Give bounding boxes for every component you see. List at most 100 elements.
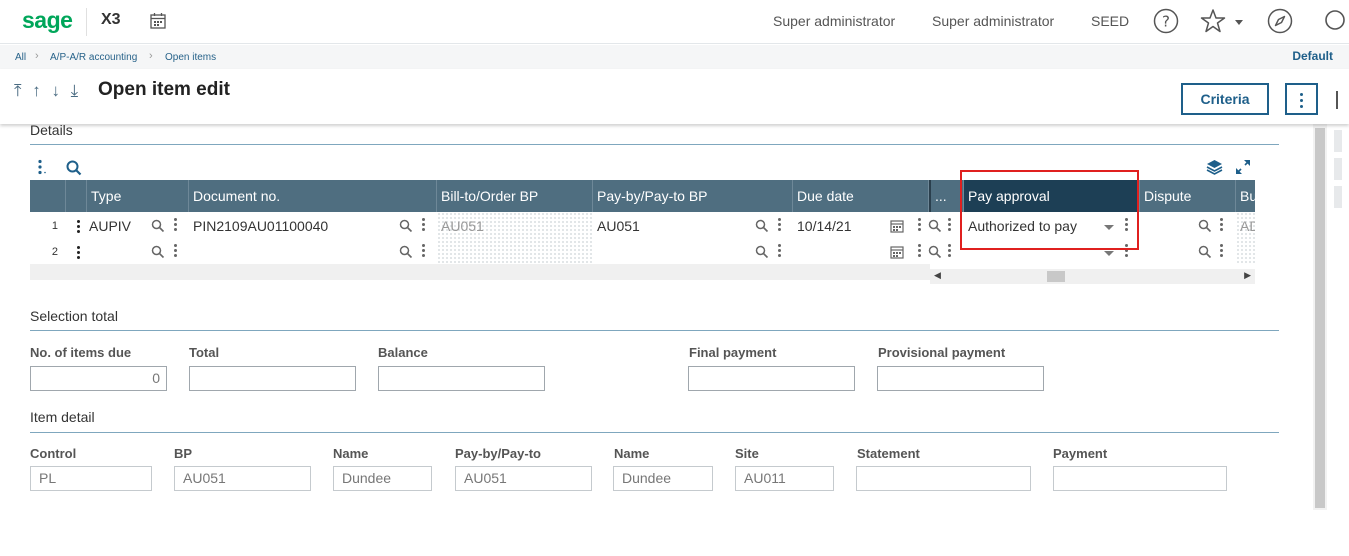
total-field[interactable] (189, 366, 356, 391)
calendar-icon[interactable] (149, 12, 167, 30)
lookup-icon[interactable] (755, 219, 769, 233)
final-payment-field[interactable] (688, 366, 855, 391)
selection-total-divider (30, 330, 1279, 331)
lookup-icon[interactable] (755, 245, 769, 259)
scroll-left-icon[interactable]: ◀ (934, 270, 941, 281)
cell-type[interactable] (89, 240, 149, 264)
cell-menu-icon[interactable] (173, 244, 177, 258)
row-number: 2 (51, 246, 58, 258)
cell-menu-icon[interactable] (777, 244, 781, 258)
svg-text:?: ? (1162, 13, 1170, 31)
criteria-button[interactable]: Criteria (1181, 83, 1269, 115)
more-actions-button[interactable] (1285, 83, 1318, 115)
search-icon-top[interactable] (1320, 7, 1349, 35)
total-label: Total (189, 345, 220, 360)
cell-due-date[interactable]: 10/14/21 (797, 212, 877, 240)
header-rownum (30, 180, 66, 212)
scroll-right-icon[interactable]: ▶ (1244, 270, 1251, 281)
expand-icon[interactable] (1235, 159, 1251, 175)
grid-search-icon[interactable] (66, 160, 82, 176)
payment-field[interactable] (1053, 466, 1227, 491)
horizontal-scrollbar[interactable]: ◀ ▶ (930, 269, 1255, 284)
compass-icon[interactable] (1266, 7, 1294, 35)
cell-pay-by-bp[interactable]: AU051 (597, 212, 747, 240)
lookup-icon[interactable] (1198, 245, 1212, 259)
pay-by-field[interactable]: AU051 (455, 466, 592, 491)
balance-label: Balance (378, 345, 428, 360)
header-document-no[interactable]: Document no. (189, 180, 437, 212)
cell-menu-icon[interactable] (917, 218, 921, 232)
lookup-icon[interactable] (151, 245, 165, 259)
cell-menu-icon[interactable] (421, 218, 425, 232)
folder-menu[interactable]: SEED (1091, 13, 1129, 29)
breadcrumb-all[interactable]: All (15, 52, 26, 63)
balance-field[interactable] (378, 366, 545, 391)
statement-field[interactable] (856, 466, 1031, 491)
name-field[interactable]: Dundee (333, 466, 432, 491)
cell-document-no[interactable] (193, 240, 393, 264)
name-2-field[interactable]: Dundee (613, 466, 713, 491)
panel-toggle[interactable] (1336, 91, 1338, 109)
lookup-icon[interactable] (928, 219, 942, 233)
cell-menu-icon[interactable] (777, 218, 781, 232)
breadcrumb-ap-ar[interactable]: A/P-A/R accounting (50, 52, 137, 63)
cell-type[interactable]: AUPIV (89, 212, 149, 240)
header-dispute[interactable]: Dispute (1140, 180, 1236, 212)
pay-approval-highlight (960, 170, 1139, 250)
page-header: ⤒ ↑ ↓ ⤓ Open item edit Criteria (0, 69, 1349, 124)
star-icon[interactable] (1199, 7, 1227, 35)
header-due-date[interactable]: Due date (793, 180, 929, 212)
cell-menu-icon[interactable] (947, 218, 951, 232)
row-menu-icon[interactable] (76, 220, 80, 234)
cell-due-date[interactable] (797, 240, 877, 264)
cell-bu (1236, 240, 1255, 264)
lookup-icon[interactable] (151, 219, 165, 233)
site-field[interactable]: AU011 (735, 466, 834, 491)
provisional-payment-field[interactable] (877, 366, 1044, 391)
cell-bu: AD (1236, 212, 1255, 240)
payment-label: Payment (1053, 446, 1108, 461)
header-bu[interactable]: Bu (1236, 180, 1255, 212)
cell-menu-icon[interactable] (173, 218, 177, 232)
sage-logo[interactable]: sage (22, 7, 73, 34)
vertical-scrollbar[interactable] (1313, 124, 1327, 510)
lookup-icon[interactable] (399, 219, 413, 233)
selection-total-title: Selection total (30, 308, 118, 324)
breadcrumb-chevron-icon: › (35, 50, 39, 62)
cell-menu-icon[interactable] (917, 244, 921, 258)
layers-icon[interactable] (1206, 159, 1223, 175)
grid-menu-icon[interactable] (36, 159, 48, 175)
cell-menu-icon[interactable] (421, 244, 425, 258)
header-pay-by-bp[interactable]: Pay-by/Pay-to BP (593, 180, 793, 212)
lookup-icon[interactable] (928, 245, 942, 259)
site-label: Site (735, 446, 759, 461)
user-menu-1[interactable]: Super administrator (773, 13, 895, 29)
default-view-link[interactable]: Default (1292, 49, 1333, 63)
row-menu-icon[interactable] (76, 246, 80, 260)
header-bill-to-bp[interactable]: Bill-to/Order BP (437, 180, 593, 212)
record-navigation-arrows[interactable]: ⤒ ↑ ↓ ⤓ (14, 81, 81, 101)
breadcrumb-open-items[interactable]: Open items (165, 52, 216, 63)
cell-menu-icon[interactable] (1219, 218, 1223, 232)
details-section-title: Details (30, 122, 73, 138)
header-truncated[interactable]: ... (929, 180, 964, 212)
control-field[interactable]: PL (30, 466, 152, 491)
user-menu-2[interactable]: Super administrator (932, 13, 1054, 29)
lookup-icon[interactable] (399, 245, 413, 259)
calendar-icon[interactable] (890, 245, 904, 259)
help-icon[interactable]: ? (1152, 7, 1180, 35)
side-panel-tabs[interactable] (1334, 130, 1342, 220)
lookup-icon[interactable] (1198, 219, 1212, 233)
product-name: X3 (101, 11, 121, 28)
no-items-field[interactable]: 0 (30, 366, 167, 391)
calendar-icon[interactable] (890, 219, 904, 233)
bottom-strip (0, 510, 1349, 556)
chevron-down-icon[interactable] (1232, 14, 1246, 28)
cell-menu-icon[interactable] (947, 244, 951, 258)
cell-menu-icon[interactable] (1219, 244, 1223, 258)
cell-document-no[interactable]: PIN2109AU01100040 (193, 212, 393, 240)
header-actions (66, 180, 87, 212)
cell-pay-by-bp[interactable] (597, 240, 747, 264)
bp-field[interactable]: AU051 (174, 466, 311, 491)
header-type[interactable]: Type (87, 180, 189, 212)
